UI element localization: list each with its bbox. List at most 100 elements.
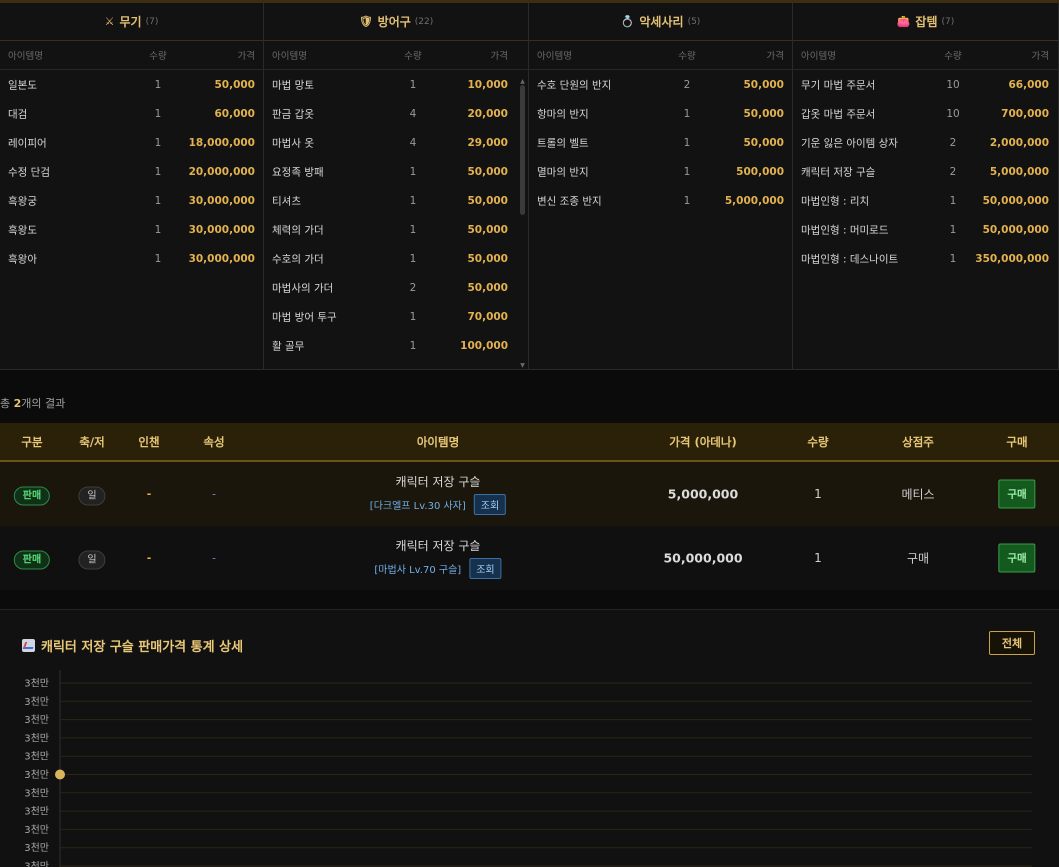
buy-button[interactable]: 구매	[998, 544, 1035, 573]
results-table: 구분축/저인챈속성아이템명가격 (아데나)수량상점주구매 판매일--캐릭터 저장…	[0, 423, 1059, 590]
category-item-row[interactable]: 일본도150,000	[0, 70, 263, 99]
character-info-link[interactable]: [마법사 Lv.70 구슬]	[374, 565, 461, 576]
item-price: 66,000	[1008, 79, 1049, 91]
item-qty: 1	[143, 195, 173, 207]
category-tab-accessory[interactable]: 💍악세사리(5)	[529, 3, 792, 41]
category-item-row[interactable]: 마법인형 : 리치150,000,000	[793, 186, 1058, 215]
item-price: 700,000	[1001, 108, 1049, 120]
col-price-header: 가격	[491, 48, 508, 62]
item-qty: 1	[143, 108, 173, 120]
sell-badge: 판매	[14, 487, 50, 506]
category-item-row[interactable]: 체력의 가더150,000	[264, 215, 528, 244]
chart-point[interactable]	[55, 770, 65, 780]
item-price: 60,000	[214, 108, 255, 120]
category-item-row[interactable]: 무기 마법 주문서1066,000	[793, 70, 1058, 99]
item-qty: 1	[398, 253, 428, 265]
category-item-row[interactable]: 수호 단원의 반지250,000	[529, 70, 792, 99]
category-item-row[interactable]: 마법 망토110,000	[264, 70, 528, 99]
sell-badge: 판매	[14, 551, 50, 570]
scroll-thumb[interactable]	[520, 85, 525, 215]
result-qty: 1	[814, 551, 822, 565]
category-tab-armor[interactable]: 🛡방어구(22)	[264, 3, 528, 41]
all-period-button[interactable]: 전체	[989, 631, 1035, 655]
item-name: 트롤의 벨트	[537, 135, 589, 150]
category-count: (22)	[415, 17, 433, 27]
y-tick-label: 3천만	[24, 806, 49, 818]
item-name: 갑옷 마법 주문서	[801, 106, 875, 121]
item-qty: 1	[398, 195, 428, 207]
item-price: 18,000,000	[189, 137, 255, 149]
category-item-row[interactable]: 마법인형 : 데스나이트1350,000,000	[793, 244, 1058, 273]
item-name: 마법인형 : 머미로드	[801, 222, 889, 237]
category-count: (5)	[688, 17, 701, 27]
category-item-row[interactable]: 멸마의 반지1500,000	[529, 157, 792, 186]
item-name: 기운 잃은 아이템 상자	[801, 135, 898, 150]
category-item-row[interactable]: 갑옷 마법 주문서10700,000	[793, 99, 1058, 128]
category-item-row[interactable]: 대검160,000	[0, 99, 263, 128]
category-column-header: 아이템명수량가격	[529, 41, 792, 70]
category-item-row[interactable]: 마법 방어 투구170,000	[264, 302, 528, 331]
enchant-value: -	[147, 488, 152, 501]
result-item-name[interactable]: 캐릭터 저장 구슬	[370, 473, 506, 490]
category-item-row[interactable]: 흑왕궁130,000,000	[0, 186, 263, 215]
category-item-row[interactable]: 변신 조종 반지15,000,000	[529, 186, 792, 215]
item-price: 50,000	[743, 137, 784, 149]
item-price: 10,000	[467, 79, 508, 91]
item-name: 캐릭터 저장 구슬	[801, 164, 875, 179]
scroll-down-icon[interactable]: ▼	[519, 363, 526, 369]
item-qty: 1	[672, 137, 702, 149]
category-item-row[interactable]: 트롤의 벨트 1 50,000	[529, 128, 792, 157]
attribute-value: -	[212, 552, 216, 565]
category-title: 방어구	[378, 13, 411, 30]
category-item-row[interactable]: 흑왕아130,000,000	[0, 244, 263, 273]
result-item-name[interactable]: 캐릭터 저장 구슬	[374, 537, 501, 554]
item-qty: 1	[672, 108, 702, 120]
category-item-row[interactable]: 티셔츠150,000	[264, 186, 528, 215]
item-name: 수호의 가더	[272, 251, 324, 266]
category-item-row[interactable]: 레이피어118,000,000	[0, 128, 263, 157]
category-item-row[interactable]: 캐릭터 저장 구슬25,000,000	[793, 157, 1058, 186]
item-qty: 1	[143, 137, 173, 149]
category-item-row[interactable]: 활 골무1100,000	[264, 331, 528, 360]
item-price: 100,000	[460, 340, 508, 352]
item-name: 흑왕도	[8, 222, 37, 237]
y-tick-label: 3천만	[24, 787, 49, 799]
item-name: 일본도	[8, 77, 37, 92]
category-item-row[interactable]: 판금 갑옷420,000	[264, 99, 528, 128]
item-name: 항마의 반지	[537, 106, 589, 121]
item-price: 30,000,000	[189, 224, 255, 236]
item-name: 수정 단검	[8, 164, 50, 179]
armor-scrollbar[interactable]: ▲▼	[519, 79, 526, 369]
buy-button[interactable]: 구매	[998, 480, 1035, 509]
item-name: 멸마의 반지	[537, 164, 589, 179]
item-name: 요정족 방패	[272, 164, 324, 179]
chart-icon	[22, 639, 35, 652]
category-item-row[interactable]: 수정 단검120,000,000	[0, 157, 263, 186]
category-item-row[interactable]: 마법사 옷429,000	[264, 128, 528, 157]
category-item-row[interactable]: 흑왕도130,000,000	[0, 215, 263, 244]
y-tick-label: 3천만	[24, 732, 49, 744]
view-button[interactable]: 조회	[474, 494, 506, 515]
item-name: 마법사의 가더	[272, 280, 333, 295]
category-tab-weapon[interactable]: ⚔무기(7)	[0, 3, 263, 41]
category-item-row[interactable]: 수호의 가더150,000	[264, 244, 528, 273]
category-column-header: 아이템명수량가격	[793, 41, 1058, 70]
results-body: 판매일--캐릭터 저장 구슬[다크엘프 Lv.30 사자]조회5,000,000…	[0, 462, 1059, 590]
stats-title: 캐릭터 저장 구슬 판매가격 통계 상세	[22, 636, 243, 655]
category-item-row[interactable]: 기운 잃은 아이템 상자22,000,000	[793, 128, 1058, 157]
character-info-link[interactable]: [다크엘프 Lv.30 사자]	[370, 501, 466, 512]
server-badge: 일	[78, 551, 105, 570]
header-price: 가격 (아데나)	[669, 434, 736, 450]
col-name-header: 아이템명	[801, 48, 836, 62]
view-button[interactable]: 조회	[469, 558, 501, 579]
category-tab-misc[interactable]: 👛잡템(7)	[793, 3, 1058, 41]
category-item-row[interactable]: 요정족 방패150,000	[264, 157, 528, 186]
item-qty: 1	[398, 224, 428, 236]
category-item-row[interactable]: 마법인형 : 머미로드150,000,000	[793, 215, 1058, 244]
item-name: 티셔츠	[272, 193, 301, 208]
category-item-row[interactable]: 마법사의 가더250,000	[264, 273, 528, 302]
y-tick-label: 3천만	[24, 678, 49, 690]
category-item-row[interactable]: 항마의 반지150,000	[529, 99, 792, 128]
attribute-value: -	[212, 488, 216, 501]
item-qty: 1	[398, 79, 428, 91]
